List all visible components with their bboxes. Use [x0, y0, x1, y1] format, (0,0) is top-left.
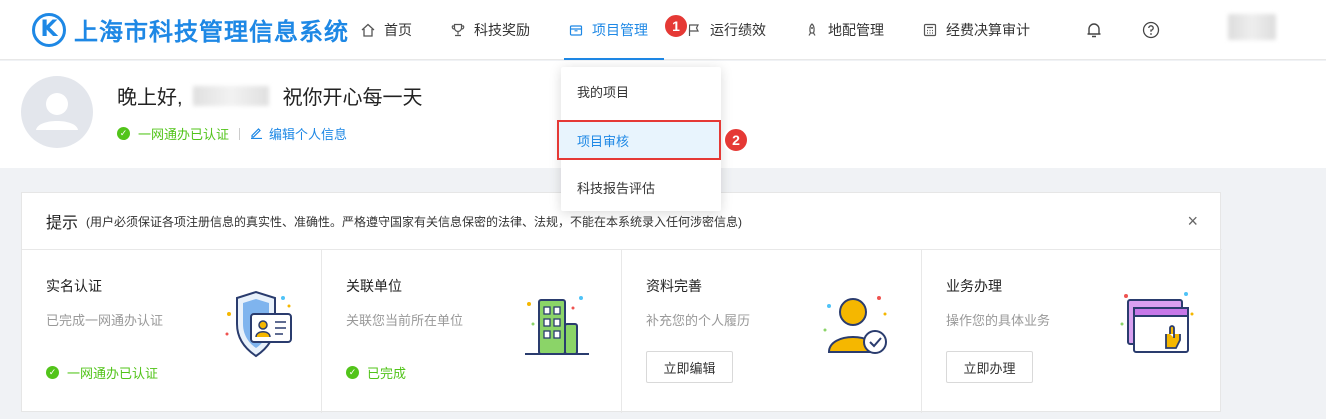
bell-icon[interactable]: [1085, 20, 1103, 40]
nav-label: 首页: [384, 22, 412, 38]
nav-label: 运行绩效: [710, 22, 766, 38]
edit-now-button[interactable]: 立即编辑: [646, 351, 733, 383]
edit-profile-label: 编辑个人信息: [269, 127, 348, 142]
pencil-icon: [250, 126, 263, 142]
user-menu[interactable]: [1228, 14, 1276, 40]
notice-card: 提示 (用户必须保证各项注册信息的真实性、准确性。严格遵守国家有关信息保密的法律…: [21, 192, 1222, 413]
menu-item-project-review[interactable]: 项目审核: [557, 120, 721, 160]
annotation-badge-2: 2: [723, 127, 749, 153]
project-management-dropdown: 我的项目 项目审核 科技报告评估: [557, 67, 721, 211]
greeting-wish: 祝你开心每一天: [282, 87, 423, 109]
nav-label: 经费决算审计: [946, 22, 1030, 38]
nav-item-project-management[interactable]: 项目管理: [564, 0, 664, 60]
nav-item-home[interactable]: 首页: [360, 0, 412, 60]
building-icon: [525, 296, 589, 355]
user-check-icon: [823, 296, 887, 354]
handle-now-button[interactable]: 立即办理: [946, 351, 1033, 383]
tile-desc: 关联您当前所在单位: [346, 313, 464, 328]
tile-desc: 操作您的具体业务: [946, 313, 1051, 328]
trophy-icon: [450, 22, 466, 38]
browser-click-icon: [1120, 292, 1194, 353]
divider: [239, 127, 241, 140]
tile-desc: 补充您的个人履历: [646, 313, 751, 328]
menu-item-my-projects[interactable]: 我的项目: [561, 71, 721, 111]
app-title: 上海市科技管理信息系统: [74, 18, 349, 46]
tile-status-label: 已完成: [367, 366, 407, 381]
folder-icon: [568, 22, 584, 38]
tile-status: ✓ 一网通办已认证: [46, 363, 158, 382]
tile-affiliation: 关联单位 关联您当前所在单位 ✓ 已完成: [322, 250, 622, 413]
id-shield-icon: [225, 290, 292, 358]
tile-desc: 已完成一网通办认证: [46, 313, 164, 328]
tile-title: 实名认证: [46, 278, 102, 294]
tile-status: ✓ 已完成: [346, 363, 406, 382]
help-icon[interactable]: [1142, 20, 1160, 40]
check-circle-icon: ✓: [117, 127, 130, 140]
nav-item-allocation[interactable]: 地配管理: [804, 0, 884, 60]
avatar: [21, 76, 93, 148]
tile-title: 业务办理: [946, 278, 1002, 294]
notice-text: (用户必须保证各项注册信息的真实性、准确性。严格遵守国家有关信息保密的法律、法规…: [86, 214, 743, 229]
nav-label: 科技奖励: [474, 22, 530, 38]
tile-business: 业务办理 操作您的具体业务 立即办理: [922, 250, 1222, 413]
greeting-text: 晚上好,: [117, 87, 183, 109]
nav-item-performance[interactable]: 运行绩效: [686, 0, 766, 60]
rocket-icon: [804, 22, 820, 38]
nav-item-audit[interactable]: 经费决算审计: [922, 0, 1030, 60]
nav-label: 地配管理: [828, 22, 884, 38]
edit-profile-link[interactable]: 编辑个人信息: [250, 124, 347, 143]
tile-real-name: 实名认证 已完成一网通办认证 ✓ 一网通办已认证: [22, 250, 322, 413]
verify-line: ✓ 一网通办已认证 编辑个人信息: [117, 124, 347, 143]
close-icon[interactable]: ×: [1187, 211, 1198, 232]
nav-item-awards[interactable]: 科技奖励: [450, 0, 530, 60]
notice-title: 提示: [46, 215, 79, 232]
user-name-redacted: [192, 85, 269, 106]
check-circle-icon: ✓: [46, 366, 59, 379]
main-nav: 首页 科技奖励 项目管理 运行绩效 地配管理 经费决算审计: [360, 0, 1068, 60]
logo-mark-icon: K: [32, 12, 66, 47]
greeting: 晚上好, 祝你开心每一天: [117, 81, 423, 110]
nav-label: 项目管理: [592, 22, 648, 38]
tile-title: 关联单位: [346, 278, 402, 294]
task-tiles: 实名认证 已完成一网通办认证 ✓ 一网通办已认证 关联单位 关联您当前所在单位 …: [22, 250, 1222, 413]
annotation-badge-1: 1: [663, 13, 689, 39]
verified-status: 一网通办已认证: [138, 127, 230, 142]
calculator-icon: [922, 22, 938, 38]
tile-profile: 资料完善 补充您的个人履历 立即编辑: [622, 250, 922, 413]
tile-status-label: 一网通办已认证: [67, 366, 159, 381]
app-logo[interactable]: K 上海市科技管理信息系统: [32, 12, 349, 47]
tile-title: 资料完善: [646, 278, 702, 294]
check-circle-icon: ✓: [346, 366, 359, 379]
home-icon: [360, 22, 376, 38]
menu-item-report-evaluation[interactable]: 科技报告评估: [561, 167, 721, 207]
